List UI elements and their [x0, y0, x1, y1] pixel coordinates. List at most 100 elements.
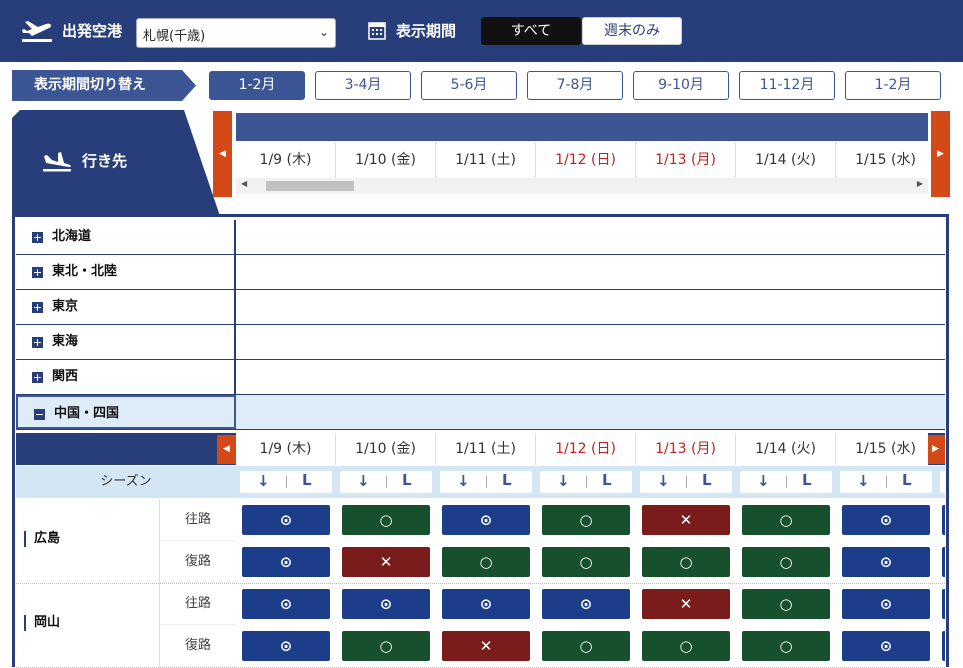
expand-icon[interactable]	[32, 302, 43, 313]
region-row[interactable]: 東京	[16, 290, 945, 325]
availability-status-button[interactable]: ⊙	[442, 589, 530, 619]
availability-status-button[interactable]: ⊙	[542, 589, 630, 619]
season-letter: L	[802, 471, 812, 489]
availability-status-button[interactable]: ○	[742, 505, 830, 535]
availability-status-button[interactable]: ⊙	[842, 547, 930, 577]
return-label: 復路	[160, 625, 236, 667]
region-row[interactable]: 北海道	[16, 220, 945, 255]
region-row[interactable]: 東海	[16, 325, 945, 360]
calendar-icon	[368, 22, 386, 40]
season-cell	[940, 471, 945, 493]
availability-status-button[interactable]: ○	[742, 547, 830, 577]
date-header-cell: 1/14 (火)	[736, 433, 836, 465]
expand-icon[interactable]	[32, 267, 43, 278]
date-row-top: 1/9 (木) 1/10 (金) 1/11 (土) 1/12 (日) 1/13 (月) 1…	[236, 142, 928, 178]
season-cell: ↓ L	[440, 471, 532, 493]
scroll-right-button[interactable]: ▶	[931, 111, 950, 197]
scroll-left-button[interactable]: ◀	[213, 111, 232, 197]
availability-status-button[interactable]: ✕	[442, 631, 530, 661]
scroll-left-arrow-icon[interactable]: ◀	[241, 179, 247, 188]
availability-status-button[interactable]: ⊙	[242, 505, 330, 535]
region-name[interactable]: 東北・北陸	[16, 255, 236, 289]
season-separator	[786, 476, 787, 488]
departure-airport-value: 札幌(千歳)	[143, 29, 206, 44]
availability-status-button[interactable]	[942, 631, 945, 661]
month-tab[interactable]: 3-4月	[315, 71, 411, 100]
date-header-cell: 1/13 (月)	[636, 433, 736, 465]
availability-status-button[interactable]: ⊙	[242, 547, 330, 577]
region-name[interactable]: 北海道	[16, 220, 236, 254]
month-tab[interactable]: 9-10月	[633, 71, 729, 100]
availability-status-button[interactable]: ⊙	[442, 505, 530, 535]
month-tab[interactable]: 11-12月	[739, 71, 835, 100]
triangle-left-icon: ◀	[223, 444, 230, 454]
horizontal-scrollbar[interactable]: ◀ ▶	[236, 178, 928, 194]
availability-status-button[interactable]: ○	[342, 505, 430, 535]
month-tab[interactable]: 1-2月	[845, 71, 941, 100]
month-tab[interactable]: 1-2月	[209, 71, 305, 100]
availability-status-button[interactable]: ○	[742, 589, 830, 619]
down-arrow-icon: ↓	[257, 472, 270, 490]
expand-icon[interactable]	[32, 337, 43, 348]
region-row[interactable]: 関西	[16, 360, 945, 395]
availability-status-button[interactable]: ✕	[642, 505, 730, 535]
availability-status-button[interactable]: ✕	[342, 547, 430, 577]
expand-icon[interactable]	[32, 232, 43, 243]
outbound-label: 往路	[160, 499, 236, 541]
availability-status-button[interactable]: ⊙	[842, 589, 930, 619]
availability-status-button[interactable]: ⊙	[842, 505, 930, 535]
date-header-cell: 1/9 (木)	[236, 433, 336, 465]
availability-status-button[interactable]: ⊙	[842, 631, 930, 661]
departure-airport-select[interactable]: 札幌(千歳) ⌄	[136, 18, 336, 48]
availability-status-button[interactable]: ○	[742, 631, 830, 661]
availability-status-button[interactable]: ○	[542, 547, 630, 577]
date-header-cell: 1/10 (金)	[336, 142, 436, 178]
outbound-label: 往路	[160, 583, 236, 625]
availability-status-button[interactable]: ○	[642, 547, 730, 577]
down-arrow-icon: ↓	[657, 472, 670, 490]
date-header-cell: 1/14 (火)	[736, 142, 836, 178]
availability-status-button[interactable]: ○	[542, 505, 630, 535]
season-cell: ↓ L	[340, 471, 432, 493]
availability-status-button[interactable]: ⊙	[242, 589, 330, 619]
region-row[interactable]: 中国・四国	[16, 395, 945, 430]
down-arrow-icon: ↓	[857, 472, 870, 490]
availability-status-button[interactable]: ○	[342, 631, 430, 661]
route-city: 広島	[16, 499, 160, 583]
region-row[interactable]: 東北・北陸	[16, 255, 945, 290]
availability-status-button[interactable]: ○	[542, 631, 630, 661]
availability-status-button[interactable]: ○	[642, 631, 730, 661]
region-name[interactable]: 中国・四国	[16, 395, 236, 429]
scrollbar-thumb[interactable]	[266, 181, 354, 191]
availability-status-button[interactable]: ✕	[642, 589, 730, 619]
month-tab[interactable]: 7-8月	[527, 71, 623, 100]
month-tab[interactable]: 5-6月	[421, 71, 517, 100]
availability-status-button[interactable]	[942, 505, 945, 535]
down-arrow-icon: ↓	[557, 472, 570, 490]
availability-status-button[interactable]: ○	[442, 547, 530, 577]
period-weekend-button[interactable]: 週末のみ	[582, 17, 682, 45]
season-cell: ↓ L	[240, 471, 332, 493]
scroll-right-arrow-icon[interactable]: ▶	[917, 179, 923, 188]
availability-status-button[interactable]: ⊙	[242, 631, 330, 661]
expand-icon[interactable]	[32, 372, 43, 383]
status-row-outbound: ⊙ ○ ⊙ ○ ✕ ○ ⊙	[236, 499, 945, 541]
period-switch-label: 表示期間切り替え	[12, 70, 196, 101]
region-name[interactable]: 関西	[16, 360, 236, 394]
chevron-down-icon: ⌄	[318, 25, 329, 39]
region-name[interactable]: 東海	[16, 325, 236, 359]
region-name[interactable]: 東京	[16, 290, 236, 324]
availability-status-button[interactable]: ⊙	[342, 589, 430, 619]
season-letter: L	[302, 471, 312, 489]
date-header-cell: 1/11 (土)	[436, 142, 536, 178]
region-label: 北海道	[52, 229, 92, 244]
departure-airport-label: 出発空港	[62, 22, 123, 40]
scroll-right-button-2[interactable]: ▶	[926, 435, 945, 464]
collapse-icon[interactable]	[34, 409, 45, 420]
down-arrow-icon: ↓	[457, 472, 470, 490]
period-all-button[interactable]: すべて	[481, 17, 581, 45]
availability-status-button[interactable]	[942, 589, 945, 619]
availability-status-button[interactable]	[942, 547, 945, 577]
scroll-left-button-2[interactable]: ◀	[217, 435, 236, 464]
date-header-cell: 1/15 (水)	[836, 142, 928, 178]
